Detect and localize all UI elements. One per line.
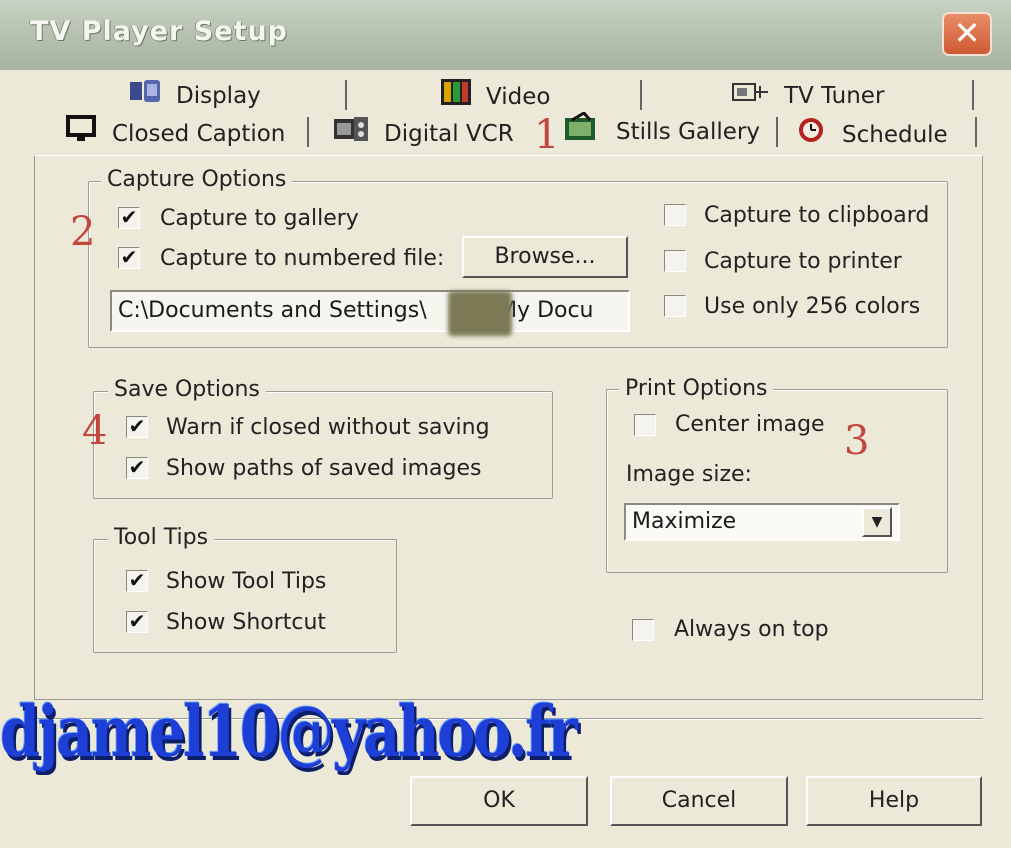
- capture-to-printer-checkbox[interactable]: [664, 250, 686, 272]
- closed-caption-icon: [66, 115, 98, 154]
- redacted-username: [448, 291, 512, 336]
- annotation-number-3: 3: [844, 418, 870, 464]
- always-on-top-label: Always on top: [674, 617, 829, 642]
- use-256-colors-label: Use only 256 colors: [704, 294, 921, 319]
- tab-schedule[interactable]: Schedule: [796, 115, 948, 151]
- save-options-group: Save Options: [93, 377, 553, 499]
- warn-closed-checkbox[interactable]: ✔: [126, 416, 148, 438]
- schedule-icon: [796, 115, 828, 156]
- tab-schedule-label: Schedule: [842, 122, 948, 148]
- show-tool-tips-checkbox[interactable]: ✔: [126, 570, 148, 592]
- print-options-legend: Print Options: [619, 376, 774, 401]
- tab-stills-gallery[interactable]: Stills Gallery: [562, 111, 760, 148]
- warn-closed-label: Warn if closed without saving: [166, 415, 490, 440]
- tab-video[interactable]: Video: [440, 78, 550, 114]
- annotation-number-2: 2: [70, 209, 96, 255]
- annotation-number-1: 1: [534, 112, 560, 158]
- tab-display[interactable]: Display: [128, 78, 261, 114]
- display-icon: [128, 78, 162, 115]
- video-icon: [440, 78, 472, 117]
- browse-button[interactable]: Browse...: [462, 236, 628, 278]
- image-size-label: Image size:: [626, 462, 752, 487]
- center-image-checkbox[interactable]: [634, 414, 656, 436]
- email-watermark: djamel10@yahoo.fr: [0, 690, 578, 773]
- show-paths-checkbox[interactable]: ✔: [126, 457, 148, 479]
- tab-separator: [307, 117, 309, 147]
- tool-tips-legend: Tool Tips: [108, 525, 215, 550]
- ok-button[interactable]: OK: [410, 776, 588, 826]
- image-size-select[interactable]: Maximize ▼: [624, 503, 900, 541]
- tab-stills-gallery-label: Stills Gallery: [616, 119, 760, 145]
- window-title: TV Player Setup: [30, 16, 288, 47]
- center-image-label: Center image: [675, 412, 825, 437]
- tab-digital-vcr[interactable]: Digital VCR: [332, 115, 514, 151]
- tab-tv-tuner[interactable]: TV Tuner: [730, 78, 884, 114]
- tab-closed-caption[interactable]: Closed Caption: [66, 115, 285, 151]
- tv-tuner-icon: [730, 78, 770, 115]
- capture-to-gallery-checkbox[interactable]: ✔: [118, 207, 140, 229]
- use-256-colors-checkbox[interactable]: [664, 295, 686, 317]
- capture-path-field[interactable]: C:\Documents and Settings\ \My Docu: [110, 290, 630, 332]
- capture-to-numbered-file-checkbox[interactable]: ✔: [118, 247, 140, 269]
- show-shortcut-checkbox[interactable]: ✔: [126, 611, 148, 633]
- show-paths-label: Show paths of saved images: [166, 456, 482, 481]
- tab-display-label: Display: [176, 83, 261, 109]
- capture-to-printer-label: Capture to printer: [704, 249, 902, 274]
- digital-vcr-icon: [332, 115, 370, 154]
- tab-separator: [975, 117, 977, 147]
- close-icon: ✕: [953, 14, 981, 52]
- cancel-button[interactable]: Cancel: [610, 776, 788, 826]
- tab-separator: [640, 80, 642, 110]
- capture-to-clipboard-label: Capture to clipboard: [704, 203, 930, 228]
- save-options-legend: Save Options: [108, 377, 266, 402]
- title-bar: TV Player Setup ✕: [0, 0, 1011, 70]
- chevron-down-icon[interactable]: ▼: [862, 507, 892, 537]
- help-button[interactable]: Help: [806, 776, 982, 826]
- close-button[interactable]: ✕: [942, 12, 992, 56]
- capture-options-legend: Capture Options: [101, 167, 293, 192]
- capture-to-clipboard-checkbox[interactable]: [664, 204, 686, 226]
- show-tool-tips-label: Show Tool Tips: [166, 569, 327, 594]
- tab-strip: Display Video TV Tuner Closed Caption Di…: [0, 70, 1011, 160]
- tab-separator: [345, 80, 347, 110]
- image-size-value: Maximize: [632, 509, 737, 534]
- capture-to-gallery-label: Capture to gallery: [160, 206, 359, 231]
- stills-gallery-icon: [562, 111, 602, 153]
- tab-closed-caption-label: Closed Caption: [112, 121, 286, 147]
- tab-digital-vcr-label: Digital VCR: [384, 121, 514, 147]
- tab-separator: [776, 117, 778, 147]
- tab-tv-tuner-label: TV Tuner: [784, 83, 885, 109]
- capture-to-numbered-file-label: Capture to numbered file:: [160, 246, 445, 271]
- tab-video-label: Video: [486, 84, 551, 110]
- always-on-top-checkbox[interactable]: [632, 619, 654, 641]
- tab-separator: [972, 80, 974, 110]
- tool-tips-group: Tool Tips: [93, 525, 397, 653]
- annotation-number-4: 4: [82, 408, 108, 454]
- show-shortcut-label: Show Shortcut: [166, 610, 327, 635]
- capture-path-value: C:\Documents and Settings\: [118, 298, 427, 323]
